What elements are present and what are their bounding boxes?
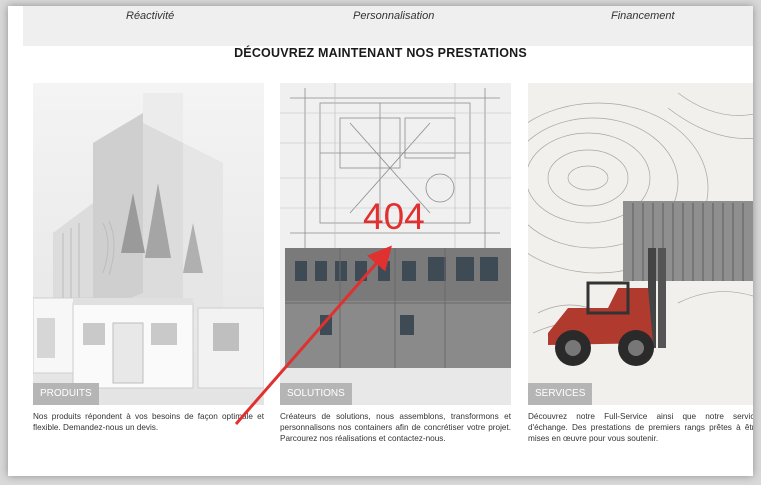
services-description: Découvrez notre Full-Service ainsi que n… — [528, 412, 753, 443]
services-image[interactable]: SERVICES — [528, 83, 753, 405]
page-frame: Réactivité Personnalisation Financement … — [8, 6, 753, 476]
section-title: DÉCOUVREZ MAINTENANT NOS PRESTATIONS — [234, 46, 527, 60]
feature-reactivite: Réactivité — [126, 10, 175, 22]
produits-image[interactable]: PRODUITS — [33, 83, 264, 405]
feature-personnalisation: Personnalisation — [353, 10, 435, 22]
error-404-label: 404 — [363, 196, 425, 237]
card-solutions[interactable]: SOLUTIONS Créateurs de solutions, nous a… — [280, 83, 511, 444]
produits-description: Nos produits répondent à vos besoins de … — [33, 412, 264, 432]
solutions-image[interactable]: SOLUTIONS — [280, 83, 511, 405]
badge-services[interactable]: SERVICES — [528, 383, 593, 405]
badge-solutions[interactable]: SOLUTIONS — [280, 383, 352, 405]
solutions-description: Créateurs de solutions, nous assemblons,… — [280, 412, 511, 443]
badge-produits[interactable]: PRODUITS — [33, 383, 99, 405]
features-bar: Réactivité Personnalisation Financement — [23, 6, 753, 46]
card-services[interactable]: SERVICES Découvrez notre Full-Service ai… — [528, 83, 753, 444]
feature-financement: Financement — [611, 10, 675, 22]
card-produits[interactable]: PRODUITS Nos produits répondent à vos be… — [33, 83, 264, 433]
